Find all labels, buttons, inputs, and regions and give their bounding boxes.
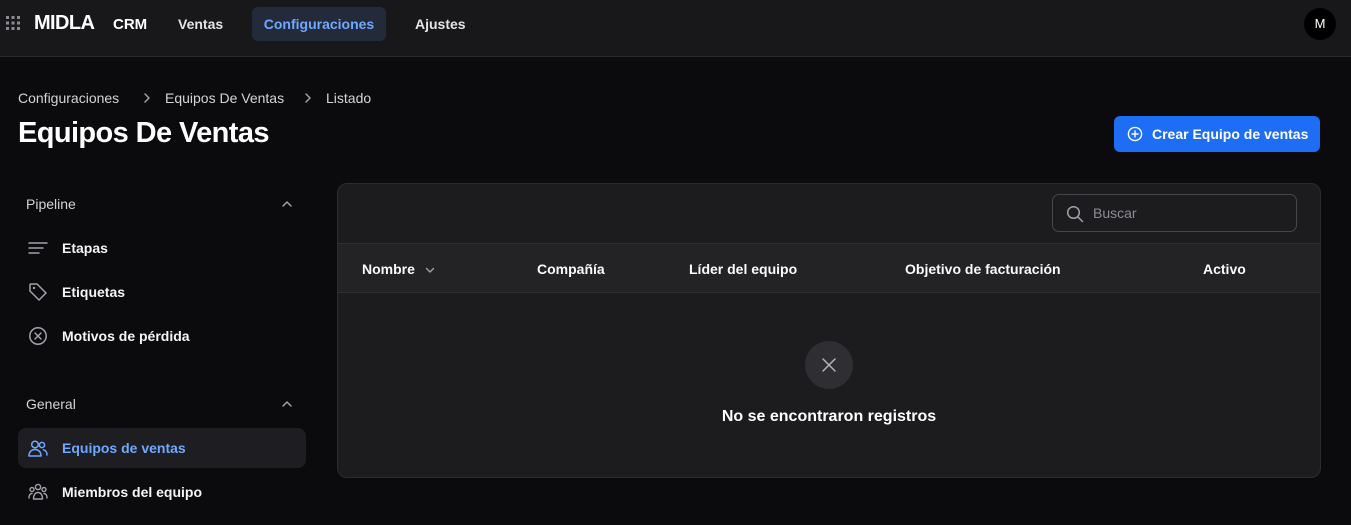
- column-header-nombre[interactable]: Nombre: [362, 261, 415, 277]
- circle-x-icon: [29, 327, 47, 345]
- sidebar-item-etiquetas[interactable]: Etiquetas: [18, 272, 306, 312]
- sidebar-item-etapas[interactable]: Etapas: [18, 228, 306, 268]
- empty-state-icon: [805, 341, 853, 389]
- page-title: Equipos De Ventas: [18, 117, 269, 149]
- top-navbar: MIDLA CRM Ventas Configuraciones Ajustes…: [0, 0, 1351, 57]
- sidebar-item-miembros-del-equipo[interactable]: Miembros del equipo: [18, 472, 306, 512]
- chevron-up-icon[interactable]: [280, 397, 294, 411]
- create-sales-team-button[interactable]: Crear Equipo de ventas: [1114, 116, 1320, 152]
- nav-ajustes[interactable]: Ajustes: [403, 7, 478, 41]
- sidebar-item-label: Motivos de pérdida: [62, 328, 190, 344]
- app-name: CRM: [113, 16, 148, 33]
- search-icon: [1066, 205, 1084, 223]
- empty-state-message: No se encontraron registros: [721, 408, 937, 425]
- sidebar-item-label: Etiquetas: [62, 284, 126, 300]
- create-button-label: Crear Equipo de ventas: [1152, 126, 1309, 142]
- apps-grid-icon[interactable]: [5, 15, 21, 31]
- brand-logo[interactable]: MIDLA: [34, 12, 95, 35]
- user-avatar[interactable]: M: [1304, 8, 1336, 40]
- nav-ventas[interactable]: Ventas: [166, 7, 235, 41]
- sidebar-item-label: Etapas: [62, 240, 108, 256]
- sales-teams-table-panel: Nombre Compañía Líder del equipo Objetiv…: [337, 183, 1321, 478]
- sidebar-item-equipos-de-ventas[interactable]: Equipos de ventas: [18, 428, 306, 468]
- table-header: Nombre Compañía Líder del equipo Objetiv…: [338, 243, 1320, 293]
- sidebar-section-general: General: [26, 396, 76, 412]
- chevron-down-icon[interactable]: [424, 264, 436, 276]
- chevron-right-icon: [302, 91, 314, 108]
- plus-circle-icon: [1127, 126, 1143, 142]
- search-box[interactable]: [1052, 194, 1297, 232]
- chevron-right-icon: [141, 91, 153, 108]
- column-header-lider-del-equipo: Líder del equipo: [689, 261, 798, 277]
- close-icon: [822, 358, 836, 372]
- breadcrumb-listado: Listado: [326, 90, 372, 106]
- chevron-up-icon[interactable]: [280, 197, 294, 211]
- sidebar-item-label: Miembros del equipo: [62, 484, 203, 500]
- breadcrumb-configuraciones[interactable]: Configuraciones: [18, 90, 119, 106]
- lines-icon: [28, 242, 48, 254]
- column-header-compania: Compañía: [537, 261, 605, 277]
- column-header-activo: Activo: [1203, 261, 1246, 277]
- sidebar-section-pipeline: Pipeline: [26, 196, 76, 212]
- breadcrumb-equipos-de-ventas[interactable]: Equipos De Ventas: [165, 90, 284, 106]
- sidebar-item-motivos-de-perdida[interactable]: Motivos de pérdida: [18, 316, 306, 356]
- search-input[interactable]: [1093, 195, 1288, 231]
- sidebar-item-label: Equipos de ventas: [62, 440, 186, 456]
- users-icon: [28, 440, 48, 457]
- column-header-objetivo-de-facturacion: Objetivo de facturación: [905, 261, 1061, 277]
- nav-configuraciones[interactable]: Configuraciones: [252, 7, 386, 41]
- tag-icon: [29, 283, 47, 301]
- group-icon: [28, 483, 48, 500]
